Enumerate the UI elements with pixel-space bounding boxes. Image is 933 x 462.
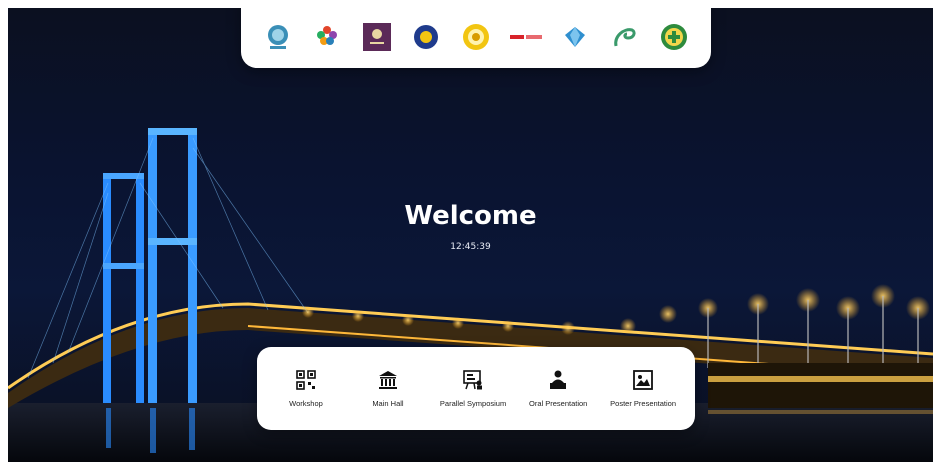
menu-item-poster-presentation-label: Poster Presentation [610, 399, 677, 408]
menu-item-main-hall[interactable]: Main Hall [358, 369, 418, 408]
partner-logo-6 [509, 20, 543, 54]
menu-item-workshop-label: Workshop [289, 399, 323, 408]
partner-logo-4 [409, 20, 443, 54]
picture-frame-icon [633, 370, 653, 390]
menu-item-oral-presentation[interactable]: Oral Presentation [528, 369, 588, 408]
venue-menu-bar: Workshop Main Hall Parallel Symposium Or… [257, 347, 695, 430]
menu-item-parallel-symposium-label: Parallel Symposium [439, 399, 507, 408]
speaker-podium-icon [550, 370, 567, 389]
partner-logo-3 [360, 20, 394, 54]
partner-logo-1 [261, 20, 295, 54]
menu-item-parallel-symposium[interactable]: Parallel Symposium [440, 369, 506, 408]
partner-logo-9 [657, 20, 691, 54]
purple-square-logo-icon [362, 23, 391, 51]
colorful-flower-logo-icon [317, 26, 338, 45]
partner-logo-7 [558, 20, 592, 54]
green-cross-seal-logo-icon [661, 24, 688, 50]
welcome-title: Welcome [404, 201, 537, 231]
diamond-logo-icon [565, 27, 586, 47]
yellow-seal-logo-icon [462, 24, 489, 50]
building-columns-icon [378, 371, 397, 389]
blue-shield-logo-icon [414, 25, 439, 49]
menu-item-oral-presentation-label: Oral Presentation [528, 399, 588, 408]
presentation-board-icon [463, 370, 483, 390]
qr-grid-icon [296, 370, 316, 390]
menu-item-poster-presentation[interactable]: Poster Presentation [610, 369, 676, 408]
globe-emblem-icon [267, 25, 288, 49]
red-wordmark-logo-icon [509, 35, 542, 39]
menu-item-workshop[interactable]: Workshop [276, 369, 336, 408]
virtual-venue-frame: Welcome 12:45:39 Workshop Main Hall Para… [8, 8, 933, 462]
clock-display: 12:45:39 [450, 242, 491, 252]
partner-logo-2 [310, 20, 344, 54]
menu-item-main-hall-label: Main Hall [372, 399, 404, 408]
green-swirl-logo-icon [613, 28, 636, 47]
partner-logo-5 [459, 20, 493, 54]
partner-logos-bar [241, 8, 711, 68]
partner-logo-8 [608, 20, 642, 54]
